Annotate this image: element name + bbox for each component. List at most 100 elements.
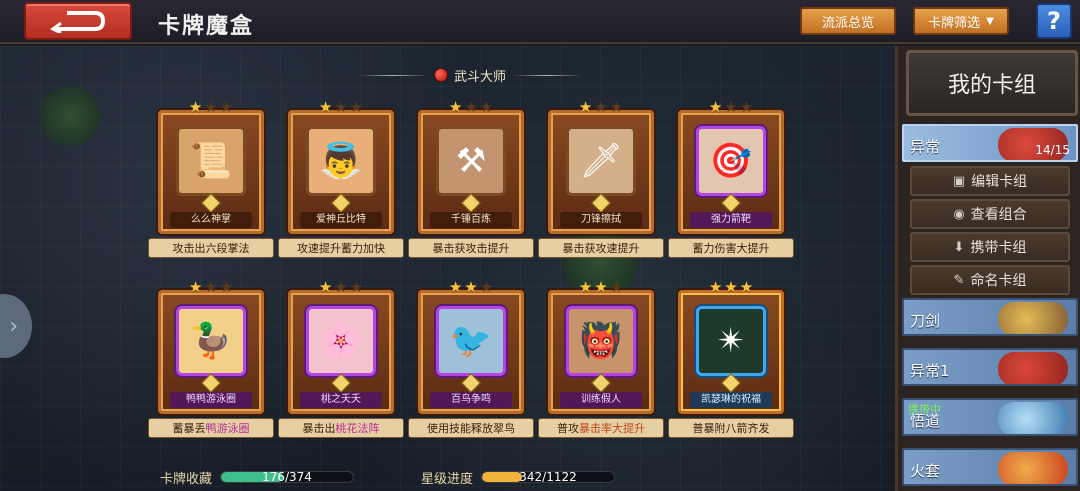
card-name: 强力箭靶	[690, 212, 772, 228]
card-item[interactable]: ★ ★ ★ ✴ 凯瑟琳的祝福 普暴附八箭齐发	[668, 278, 794, 438]
scroll-icon: 📜	[176, 126, 246, 196]
card-stars: ★ ★ ★	[156, 98, 266, 116]
help-button[interactable]: ?	[1036, 3, 1072, 39]
card-description: 攻速提升蓄力加快	[278, 238, 404, 258]
card-item[interactable]: ★ ★ ★ 🦆 鸭鸭游泳圈 蓄暴丢鸭游泳圈	[148, 278, 274, 438]
deck-row-active[interactable]: 异常 14/15	[902, 124, 1078, 162]
card-item[interactable]: ★ ★ ★ ⚒ 千锤百炼 暴击获攻击提升	[408, 98, 534, 258]
deck-action-label: 命名卡组	[970, 273, 1027, 289]
deck-action-button[interactable]: ▣ 编辑卡组	[910, 166, 1070, 196]
deck-art	[998, 452, 1068, 484]
star-icon: ★	[479, 278, 494, 296]
star-icon: ★	[349, 98, 364, 116]
peach-blossom-icon: 🌸	[306, 306, 376, 376]
blade-wipe-icon: 🗡	[566, 126, 636, 196]
card-stars: ★ ★ ★	[546, 98, 656, 116]
deck-action-label: 携带卡组	[970, 240, 1027, 256]
star-icon: ★	[464, 98, 478, 116]
card-stars: ★ ★ ★	[286, 98, 396, 116]
card-description-text: 暴击获攻击提升	[432, 242, 510, 255]
school-overview-button[interactable]: 流派总览	[800, 7, 896, 35]
deck-action-button[interactable]: ⬇ 携带卡组	[910, 232, 1070, 262]
card-description: 暴击获攻击提升	[408, 238, 534, 258]
carry-icon: ⬇	[953, 239, 965, 255]
back-button[interactable]	[24, 2, 132, 40]
star-icon: ★	[204, 278, 218, 296]
dummy-icon: 👹	[566, 306, 636, 376]
card-item[interactable]: ★ ★ ★ 👼 爱神丘比特 攻速提升蓄力加快	[278, 98, 404, 258]
card-item[interactable]: ★ ★ ★ 🌸 桃之夭夭 暴击出桃花法阵	[278, 278, 404, 438]
card-description-text: 蓄暴丢	[172, 422, 206, 435]
card-description-text: 攻击出六段掌法	[172, 242, 250, 255]
page-title: 卡牌魔盒	[158, 14, 255, 39]
card-name: 训练假人	[560, 392, 642, 408]
card-description-text: 使用技能释放翠鸟	[427, 422, 515, 435]
deck-row[interactable]: 携带中 悟道	[902, 398, 1078, 436]
deck-art	[998, 402, 1068, 434]
star-bar: 342/1122	[481, 471, 616, 483]
star-label: 星级进度	[421, 471, 474, 487]
background-bush	[40, 86, 100, 146]
deck-action-button[interactable]: ◉ 查看组合	[910, 199, 1070, 229]
card-stars: ★ ★ ★	[156, 278, 266, 296]
section-divider	[358, 74, 428, 76]
star-icon: ★	[609, 278, 624, 296]
card-item[interactable]: ★ ★ ★ 👹 训练假人 普攻暴击率大提升	[538, 278, 664, 438]
star-icon: ★	[448, 278, 463, 296]
card-name: 桃之夭夭	[300, 392, 382, 408]
card-name: 千锤百炼	[430, 212, 512, 228]
star-icon: ★	[448, 98, 463, 116]
card-description-text: 暴击出	[302, 422, 336, 435]
star-icon: ★	[739, 98, 754, 116]
deck-row[interactable]: 刀剑	[902, 298, 1078, 336]
card-description-text: 攻速提升蓄力加快	[297, 242, 385, 255]
star-icon: ★	[609, 98, 624, 116]
deck-row[interactable]: 异常1	[902, 348, 1078, 386]
deck-name: 异常1	[910, 362, 950, 380]
card-item[interactable]: ★ ★ ★ 🐦 百鸟争鸣 使用技能释放翠鸟	[408, 278, 534, 438]
card-stars: ★ ★ ★	[416, 98, 526, 116]
deck-panel-title: 我的卡组	[906, 50, 1078, 116]
card-stars: ★ ★ ★	[676, 98, 786, 116]
deck-art	[998, 302, 1068, 334]
deck-row[interactable]: 火套	[902, 448, 1078, 486]
star-icon: ★	[594, 98, 608, 116]
star-icon: ★	[739, 278, 754, 296]
chevron-right-icon[interactable]: ›	[0, 294, 32, 358]
card-description: 蓄暴丢鸭游泳圈	[148, 418, 274, 438]
deck-name: 刀剑	[910, 312, 941, 330]
card-description-text: 普攻	[557, 422, 579, 435]
edit-deck-icon: ▣	[952, 173, 966, 189]
section-title-text: 武斗大师	[454, 69, 507, 85]
card-description: 暴击出桃花法阵	[278, 418, 404, 438]
collection-progress: 卡牌收藏 176/374	[160, 468, 355, 487]
cupid-icon: 👼	[306, 126, 376, 196]
kingfisher-icon: 🐦	[436, 306, 506, 376]
card-item[interactable]: ★ ★ ★ 🎯 强力箭靶 蓄力伤害大提升	[668, 98, 794, 258]
star-icon: ★	[349, 278, 364, 296]
card-filter-label: 卡牌筛选	[928, 15, 981, 31]
star-value: 342/1122	[519, 471, 577, 483]
card-description-highlight: 暴击率大提升	[579, 422, 645, 435]
eye-icon: ◉	[953, 206, 965, 222]
card-description: 蓄力伤害大提升	[668, 238, 794, 258]
card-item[interactable]: ★ ★ ★ 📜 么么神掌 攻击出六段掌法	[148, 98, 274, 258]
top-bar: 卡牌魔盒 流派总览 卡牌筛选 ▼ ?	[0, 0, 1080, 44]
card-item[interactable]: ★ ★ ★ 🗡 刀锋擦拭暴击获攻速提升	[538, 98, 664, 258]
star-icon: ★	[578, 278, 593, 296]
star-icon: ★	[724, 98, 738, 116]
deck-action-label: 编辑卡组	[971, 174, 1028, 190]
card-filter-button[interactable]: 卡牌筛选 ▼	[913, 7, 1009, 35]
duck-ring-icon: 🦆	[176, 306, 246, 376]
star-icon: ★	[219, 278, 234, 296]
boxing-glove-icon	[434, 68, 448, 82]
card-description-highlight: 鸭游泳圈	[205, 422, 250, 435]
collection-bar: 176/374	[220, 471, 355, 483]
deck-action-button[interactable]: ✎ 命名卡组	[910, 265, 1070, 295]
card-description-text: 暴击获攻速提升	[562, 242, 640, 255]
back-arrow-icon	[50, 11, 106, 33]
card-name: 刀锋擦拭	[560, 212, 642, 228]
star-icon: ★	[188, 278, 203, 296]
deck-name: 悟道	[910, 412, 941, 430]
star-icon: ★	[594, 278, 608, 296]
